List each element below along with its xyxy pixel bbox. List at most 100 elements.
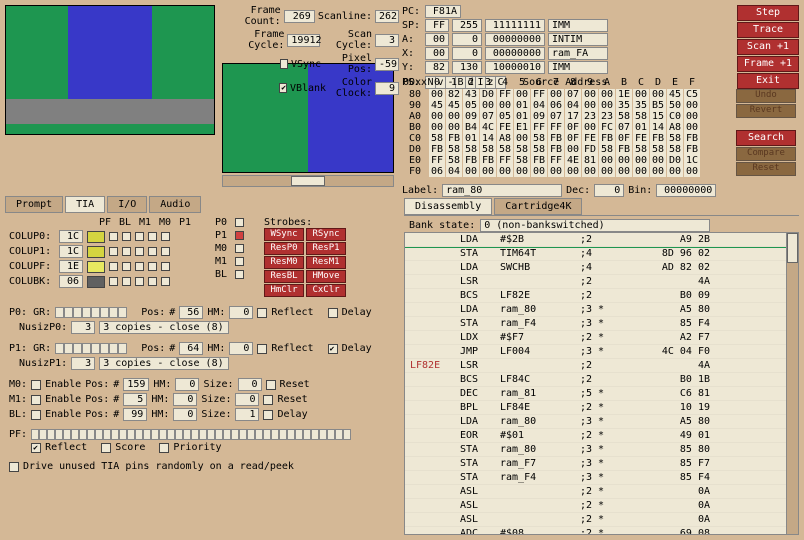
tab-tia[interactable]: TIA [65, 196, 105, 213]
m1-enable[interactable] [31, 395, 41, 405]
strobe-resm1[interactable]: ResM1 [306, 256, 346, 269]
dump-row: 9045450500000104060400003535B55000 [402, 100, 732, 111]
frame-cycle: 19912 [287, 34, 320, 47]
label-field[interactable]: ram_80 [442, 184, 562, 197]
disassembly-row[interactable]: STAram_F4;3 *85 F4 [405, 471, 798, 485]
dump-row: A00000090705010907172323585815C000 [402, 111, 732, 122]
y-hex[interactable]: 82 [425, 61, 449, 74]
disassembly-row[interactable]: LF82ELSR;24A [405, 359, 798, 373]
strobe-rsync[interactable]: RSync [306, 228, 346, 241]
bl-delay[interactable] [263, 410, 273, 420]
disassembly-row[interactable]: STAram_F4;3 *85 F4 [405, 317, 798, 331]
p0-pos[interactable]: 56 [179, 306, 203, 319]
disassembly-row[interactable]: ADC#$08;2 *69 08 [405, 527, 798, 535]
strobe-resp0[interactable]: ResP0 [264, 242, 304, 255]
tab-prompt[interactable]: Prompt [5, 196, 63, 213]
dump-row: D0FB585858585858FB00FD58FB585858FB [402, 144, 732, 155]
m0-enable[interactable] [31, 380, 41, 390]
reset-button[interactable]: Reset [736, 162, 796, 176]
disassembly-row[interactable]: STAram_F7;3 *85 F7 [405, 457, 798, 471]
disassembly-row[interactable]: ASL;2 *0A [405, 485, 798, 499]
vblank-checkbox[interactable] [279, 83, 287, 93]
disassembly-row[interactable]: ASL;2 *0A [405, 499, 798, 513]
disassembly-row[interactable]: EOR#$01;2 *49 01 [405, 429, 798, 443]
sp-hex[interactable]: FF [425, 19, 449, 32]
x-hex[interactable]: 00 [425, 47, 449, 60]
p1-reflect-cb[interactable] [257, 344, 267, 354]
tab-cartridge[interactable]: Cartridge4K [494, 198, 582, 215]
bank-state: 0 (non-bankswitched) [480, 219, 710, 232]
p1-hm[interactable]: 0 [229, 342, 253, 355]
nusiz1-a[interactable]: 3 [71, 357, 95, 370]
strobe-hmove[interactable]: HMove [306, 270, 346, 283]
p1-delay-cb[interactable] [328, 344, 338, 354]
disassembly-row[interactable]: LDASWCHB;4AD 82 02 [405, 261, 798, 275]
p0-hm[interactable]: 0 [229, 306, 253, 319]
dump-row: E0FF58FBFBFF58FBFF4E8100000000D01C [402, 155, 732, 166]
scan-cycle: 3 [375, 34, 399, 47]
dump-row: C058FB0114A80058FB0FFEFB0FFEFB58FB [402, 133, 732, 144]
tab-io[interactable]: I/O [107, 196, 147, 213]
pf-reflect[interactable] [31, 443, 41, 453]
strobe-wsync[interactable]: WSync [264, 228, 304, 241]
m1-reset[interactable] [263, 395, 273, 405]
pf-priority[interactable] [159, 443, 169, 453]
dump-row: F006040000000000000000000000000000 [402, 166, 732, 177]
disassembly-scrollbar[interactable] [786, 233, 798, 534]
undo-button[interactable]: Undo [736, 89, 796, 103]
control-buttons: Step Trace Scan +1 Frame +1 Exit [737, 5, 799, 89]
strobe-resm0[interactable]: ResM0 [264, 256, 304, 269]
disassembly-row[interactable]: DECram_81;5 *C6 81 [405, 387, 798, 401]
revert-button[interactable]: Revert [736, 104, 796, 118]
disassembly-row[interactable]: BCSLF82E;2B0 09 [405, 289, 798, 303]
nusiz0-b[interactable]: 3 copies - close (8) [99, 321, 229, 334]
step-button[interactable]: Step [737, 5, 799, 21]
p1-pos[interactable]: 64 [179, 342, 203, 355]
drive-tia-cb[interactable] [9, 462, 19, 472]
strobe-resp1[interactable]: ResP1 [306, 242, 346, 255]
tia-panel: PFBLM1M0P1 COLUP0:1CCOLUP1:1CCOLUPF:1ECO… [5, 213, 400, 533]
color-clock: 9 [375, 82, 399, 95]
disassembly-row[interactable]: BPLLF84E;2 *10 19 [405, 401, 798, 415]
strobe-hmclr[interactable]: HmClr [264, 284, 304, 297]
p0-delay-cb[interactable] [328, 308, 338, 318]
strobe-resbl[interactable]: ResBL [264, 270, 304, 283]
nusiz0-a[interactable]: 3 [71, 321, 95, 334]
disassembly-row[interactable]: LDAram_80;3 *A5 80 [405, 415, 798, 429]
exit-button[interactable]: Exit [737, 73, 799, 89]
disassembly-row[interactable]: LDX#$F7;2 *A2 F7 [405, 331, 798, 345]
pixel-pos: -59 [375, 58, 399, 71]
disassembly-row[interactable]: LSR;24A [405, 275, 798, 289]
a-hex[interactable]: 00 [425, 33, 449, 46]
strobe-cxclr[interactable]: CxClr [306, 284, 346, 297]
tab-disassembly[interactable]: Disassembly [404, 198, 492, 215]
disassembly-row[interactable]: LDAram_80;3 *A5 80 [405, 303, 798, 317]
disassembly-row[interactable]: ASL;2 *0A [405, 513, 798, 527]
vsync-checkbox[interactable] [280, 59, 288, 69]
m0-reset[interactable] [266, 380, 276, 390]
compare-button[interactable]: Compare [736, 147, 796, 161]
disassembly-row[interactable]: STATIM64T;48D 96 02 [405, 247, 798, 261]
nusiz1-b[interactable]: 3 copies - close (8) [99, 357, 229, 370]
memory-dump: 00xx0123456789ABCDEF 80008243D0FF00FF000… [402, 77, 732, 177]
disassembly-row[interactable]: BCSLF84C;2B0 1B [405, 373, 798, 387]
tab-audio[interactable]: Audio [149, 196, 201, 213]
search-button[interactable]: Search [736, 130, 796, 146]
dec-field[interactable]: 0 [594, 184, 624, 197]
bin-field[interactable]: 00000000 [656, 184, 716, 197]
dump-row: 80008243D0FF00FF000700001E000045C5 [402, 89, 732, 100]
preview-hscroll[interactable] [222, 175, 394, 187]
frame-info: Frame Count:269Scanline:262 Frame Cycle:… [219, 5, 399, 99]
bl-enable[interactable] [31, 410, 41, 420]
disassembly-panel: Disassembly Cartridge4K Bank state:0 (no… [404, 198, 799, 535]
frame-plus-button[interactable]: Frame +1 [737, 56, 799, 72]
disassembly-row[interactable]: LDA#$2B;2A9 2B [405, 233, 798, 247]
p0-reflect-cb[interactable] [257, 308, 267, 318]
disassembly-row[interactable]: STAram_80;3 *85 80 [405, 443, 798, 457]
pf-score[interactable] [101, 443, 111, 453]
pc-field[interactable]: F81A [425, 5, 461, 18]
scan-plus-button[interactable]: Scan +1 [737, 39, 799, 55]
trace-button[interactable]: Trace [737, 22, 799, 38]
disassembly-row[interactable]: JMPLF004;3 *4C 04 F0 [405, 345, 798, 359]
frame-count: 269 [284, 10, 315, 23]
